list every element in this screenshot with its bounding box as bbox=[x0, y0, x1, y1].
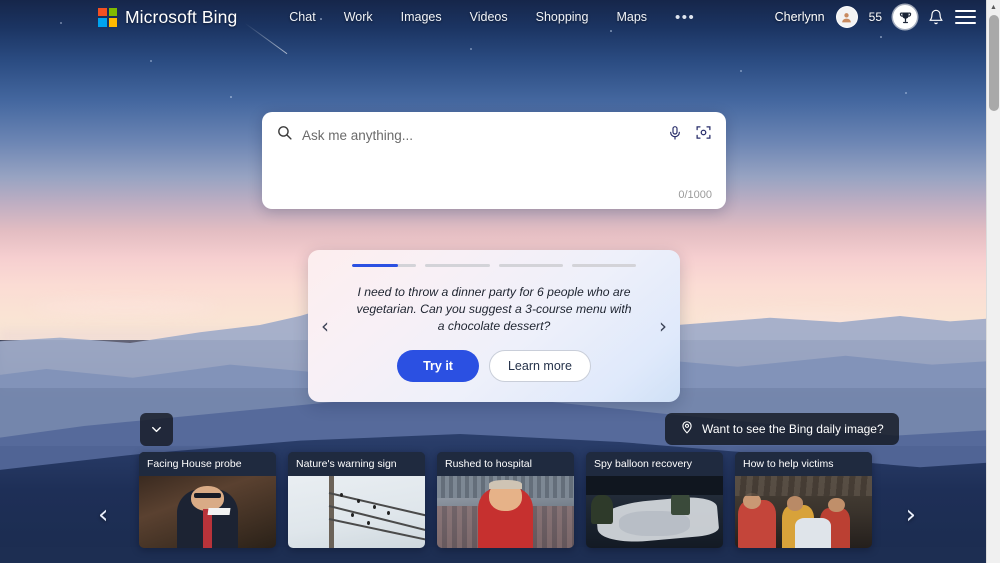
daily-image-pill[interactable]: Want to see the Bing daily image? bbox=[665, 413, 899, 445]
hamburger-menu-icon[interactable] bbox=[955, 10, 976, 24]
daily-image-label: Want to see the Bing daily image? bbox=[702, 422, 884, 436]
chevron-right-icon[interactable]: › bbox=[659, 314, 667, 338]
news-card[interactable]: Rushed to hospital bbox=[437, 452, 574, 548]
bottom-bar bbox=[0, 547, 1000, 563]
nav-link-images[interactable]: Images bbox=[401, 10, 442, 24]
news-carousel: Facing House probe Nature's warning sign… bbox=[139, 452, 872, 548]
news-card[interactable]: Facing House probe bbox=[139, 452, 276, 548]
chevron-down-icon[interactable] bbox=[140, 413, 173, 446]
vertical-scrollbar[interactable]: ▲ bbox=[986, 0, 1000, 563]
character-counter: 0/1000 bbox=[678, 189, 712, 201]
progress-segment-2[interactable] bbox=[425, 264, 490, 267]
star bbox=[740, 70, 742, 72]
bell-icon[interactable] bbox=[928, 9, 944, 25]
brand-name: Microsoft Bing bbox=[125, 6, 238, 27]
location-pin-icon bbox=[680, 420, 694, 439]
learn-more-button[interactable]: Learn more bbox=[488, 350, 591, 382]
top-navigation-bar: Microsoft Bing Chat Work Images Videos S… bbox=[0, 0, 986, 34]
news-card[interactable]: Spy balloon recovery bbox=[586, 452, 723, 548]
nav-link-shopping[interactable]: Shopping bbox=[536, 10, 589, 24]
scrollbar-thumb[interactable] bbox=[989, 15, 999, 111]
search-icon bbox=[276, 124, 293, 146]
rewards-points: 55 bbox=[868, 10, 882, 24]
nav-link-chat[interactable]: Chat bbox=[289, 10, 315, 24]
progress-segment-4[interactable] bbox=[571, 264, 636, 267]
news-card[interactable]: How to help victims bbox=[735, 452, 872, 548]
news-card-title: Facing House probe bbox=[139, 452, 276, 476]
news-card[interactable]: Nature's warning sign bbox=[288, 452, 425, 548]
star bbox=[880, 36, 882, 38]
nav-link-work[interactable]: Work bbox=[344, 10, 373, 24]
carousel-next-icon[interactable]: › bbox=[906, 500, 916, 530]
suggestion-card: I need to throw a dinner party for 6 peo… bbox=[308, 250, 680, 402]
star bbox=[230, 96, 232, 98]
news-card-title: How to help victims bbox=[735, 452, 872, 476]
rewards-trophy-icon[interactable] bbox=[893, 5, 917, 29]
account-area: Cherlynn 55 bbox=[775, 5, 986, 29]
suggestion-prompt-text: I need to throw a dinner party for 6 peo… bbox=[356, 285, 632, 333]
search-box[interactable]: 0/1000 bbox=[262, 112, 726, 209]
progress-segments bbox=[308, 250, 680, 267]
star bbox=[905, 92, 907, 94]
star bbox=[470, 48, 472, 50]
account-username: Cherlynn bbox=[774, 10, 825, 24]
news-card-title: Nature's warning sign bbox=[288, 452, 425, 476]
carousel-prev-icon[interactable]: ‹ bbox=[98, 500, 108, 530]
news-card-image bbox=[735, 476, 872, 548]
try-it-button[interactable]: Try it bbox=[397, 350, 479, 382]
search-input[interactable] bbox=[302, 127, 667, 143]
more-horizontal-icon[interactable]: ••• bbox=[675, 9, 695, 26]
star bbox=[150, 60, 152, 62]
cloud bbox=[30, 300, 220, 314]
news-card-title: Rushed to hospital bbox=[437, 452, 574, 476]
nav-link-maps[interactable]: Maps bbox=[616, 10, 647, 24]
progress-segment-3[interactable] bbox=[498, 264, 563, 267]
news-card-image bbox=[139, 476, 276, 548]
scroll-up-arrow-icon[interactable]: ▲ bbox=[987, 0, 1000, 14]
nav-links: Chat Work Images Videos Shopping Maps ••… bbox=[289, 9, 695, 26]
news-card-image bbox=[288, 476, 425, 548]
search-action-icons bbox=[667, 124, 712, 146]
chevron-left-icon[interactable]: ‹ bbox=[321, 314, 329, 338]
search-row bbox=[262, 112, 726, 146]
microsoft-logo-icon bbox=[98, 7, 117, 27]
news-card-image bbox=[437, 476, 574, 548]
progress-segment-1[interactable] bbox=[352, 264, 417, 267]
visual-search-camera-icon[interactable] bbox=[695, 124, 712, 146]
suggestion-buttons: Try it Learn more bbox=[308, 350, 680, 382]
news-card-title: Spy balloon recovery bbox=[586, 452, 723, 476]
bing-logo-link[interactable]: Microsoft Bing bbox=[98, 7, 237, 28]
news-card-image bbox=[586, 476, 723, 548]
user-avatar-icon[interactable] bbox=[835, 6, 858, 28]
microphone-icon[interactable] bbox=[667, 125, 683, 146]
nav-link-videos[interactable]: Videos bbox=[470, 10, 508, 24]
